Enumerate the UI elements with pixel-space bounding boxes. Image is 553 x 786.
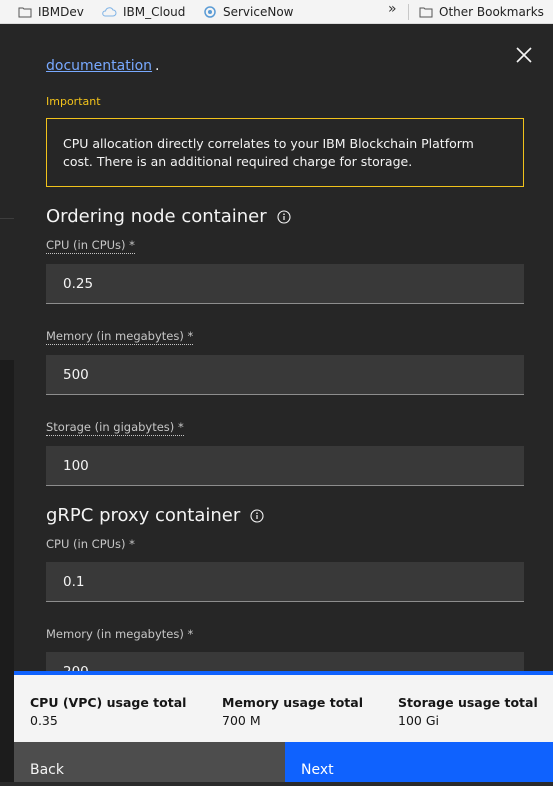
info-icon[interactable]: [250, 508, 264, 523]
next-button[interactable]: Next: [285, 742, 553, 786]
section-title-text: Ordering node container: [46, 206, 267, 227]
ordering-storage-label: Storage (in gigabytes) *: [46, 420, 184, 436]
grpc-cpu-input[interactable]: [46, 562, 524, 602]
bookmark-other[interactable]: Other Bookmarks: [419, 0, 544, 24]
info-icon[interactable]: [277, 209, 291, 224]
close-button[interactable]: [514, 45, 534, 65]
memory-usage-total: Memory usage total 700 M: [222, 695, 363, 728]
folder-icon: [419, 7, 433, 18]
bookmark-label: Other Bookmarks: [439, 5, 544, 19]
background-app: [0, 24, 14, 786]
bookmarks-divider: [408, 4, 409, 20]
section-title-text: gRPC proxy container: [46, 505, 241, 526]
documentation-link[interactable]: documentation: [46, 58, 152, 74]
bookmark-label: IBM_Cloud: [123, 5, 186, 19]
usage-totals-bar: CPU (VPC) usage total 0.35 Memory usage …: [14, 671, 553, 742]
servicenow-icon: [204, 6, 216, 18]
ordering-node-section-title: Ordering node container: [46, 206, 291, 227]
storage-total-label: Storage usage total: [398, 695, 538, 710]
bookmark-label: IBMDev: [38, 5, 84, 19]
bookmark-servicenow[interactable]: ServiceNow: [203, 0, 293, 24]
storage-usage-total: Storage usage total 100 Gi: [398, 695, 538, 728]
cpu-usage-total: CPU (VPC) usage total 0.35: [30, 695, 186, 728]
more-bookmarks-chevron-icon[interactable]: »: [388, 1, 397, 17]
grpc-proxy-section-title: gRPC proxy container: [46, 505, 264, 526]
ordering-cpu-input[interactable]: [46, 264, 524, 304]
background-block: [0, 360, 14, 786]
storage-total-value: 100 Gi: [398, 713, 439, 728]
cpu-total-value: 0.35: [30, 713, 58, 728]
ordering-cpu-label: CPU (in CPUs) *: [46, 238, 135, 254]
back-button[interactable]: Back: [14, 742, 285, 786]
grpc-cpu-label: CPU (in CPUs) *: [46, 537, 135, 551]
bookmark-ibm-cloud[interactable]: IBM_Cloud: [101, 0, 185, 24]
doc-link-suffix: .: [155, 58, 160, 74]
cost-notice: CPU allocation directly correlates to yo…: [46, 118, 524, 187]
cloud-icon: [102, 7, 117, 17]
resource-allocation-panel: documentation . Important CPU allocation…: [14, 24, 553, 786]
window-bottom-edge: [0, 782, 553, 786]
ordering-memory-input[interactable]: [46, 355, 524, 395]
memory-total-label: Memory usage total: [222, 695, 364, 710]
bookmarks-bar: IBMDev IBM_Cloud ServiceNow » Other Book…: [0, 0, 553, 24]
folder-icon: [18, 7, 32, 18]
cpu-total-label: CPU (VPC) usage total: [30, 695, 187, 710]
ordering-storage-input[interactable]: [46, 446, 524, 486]
important-label: Important: [46, 95, 101, 108]
bookmark-ibmdev[interactable]: IBMDev: [18, 0, 84, 24]
memory-total-value: 700 M: [222, 713, 261, 728]
background-divider: [0, 218, 14, 219]
bookmark-label: ServiceNow: [223, 5, 294, 19]
ordering-memory-label: Memory (in megabytes) *: [46, 329, 194, 345]
close-icon: [516, 47, 532, 63]
grpc-memory-label: Memory (in megabytes) *: [46, 627, 194, 641]
